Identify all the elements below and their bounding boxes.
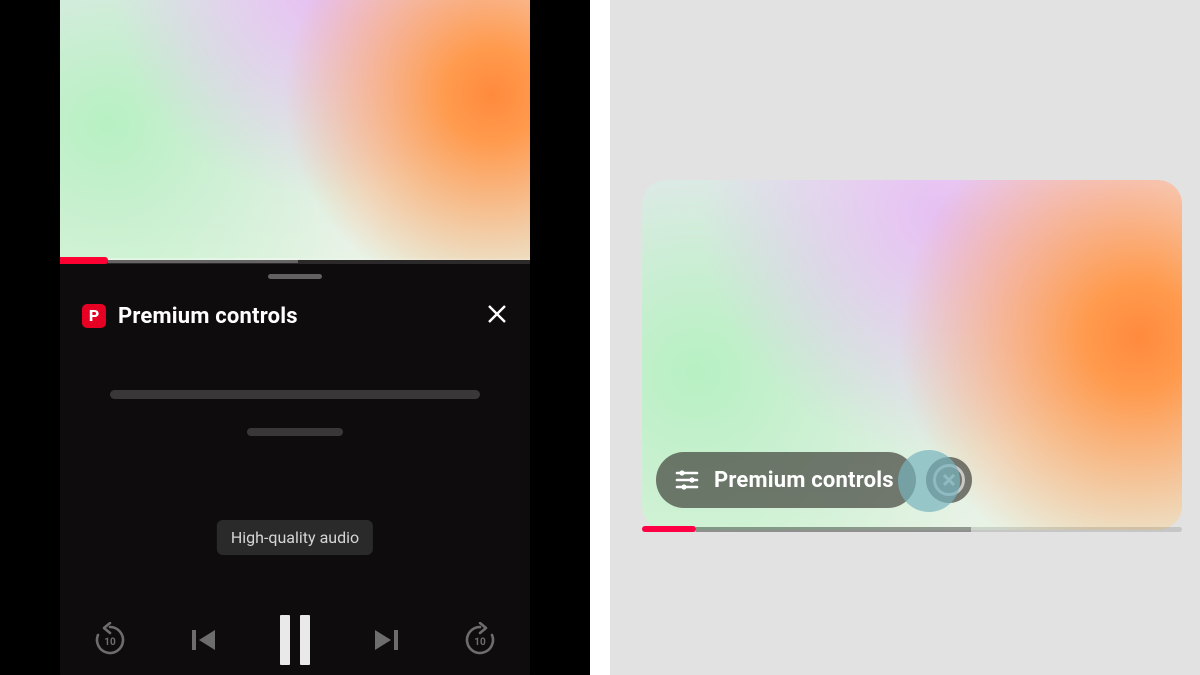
premium-controls-row: Premium controls: [656, 452, 972, 508]
premium-badge-letter: P: [89, 308, 99, 324]
premium-controls-pill[interactable]: Premium controls: [656, 452, 916, 508]
pane-divider: [590, 0, 610, 675]
svg-text:10: 10: [474, 637, 486, 648]
premium-controls-label: Premium controls: [714, 468, 894, 493]
progress-buffered: [108, 258, 298, 263]
close-icon: [486, 303, 508, 325]
forward-10-icon: 10: [462, 622, 498, 658]
skip-previous-icon: [187, 623, 221, 657]
transport-bar: 10: [60, 600, 530, 675]
skeleton-line: [110, 390, 480, 399]
high-quality-audio-chip[interactable]: High-quality audio: [217, 520, 373, 555]
rewind-10-button[interactable]: 10: [92, 622, 128, 658]
close-button[interactable]: [486, 303, 508, 329]
forward-10-button[interactable]: 10: [462, 622, 498, 658]
screenshot-right: Premium controls: [610, 0, 1200, 675]
pause-icon: [280, 615, 290, 665]
sheet-header: P Premium controls: [60, 294, 530, 338]
progress-buffered: [696, 527, 971, 532]
previous-button[interactable]: [187, 623, 221, 657]
album-art: [60, 0, 530, 260]
next-button[interactable]: [369, 623, 403, 657]
sheet-title: Premium controls: [118, 304, 474, 329]
sliders-icon: [674, 467, 700, 493]
close-circle-icon: [933, 464, 965, 496]
skip-next-icon: [369, 623, 403, 657]
skeleton-line: [247, 428, 343, 436]
sheet-drag-handle[interactable]: [268, 274, 322, 279]
rewind-10-icon: 10: [92, 622, 128, 658]
player-card: P Premium controls High-quality audio 10: [60, 0, 530, 675]
pause-icon: [300, 615, 310, 665]
svg-text:10: 10: [104, 637, 116, 648]
progress-played: [60, 257, 108, 264]
premium-badge-icon: P: [82, 304, 106, 328]
pause-button[interactable]: [280, 615, 310, 665]
progress-played: [642, 526, 696, 532]
dismiss-pill-button[interactable]: [926, 457, 972, 503]
screenshot-left: P Premium controls High-quality audio 10: [0, 0, 590, 675]
close-icon: [941, 472, 957, 488]
